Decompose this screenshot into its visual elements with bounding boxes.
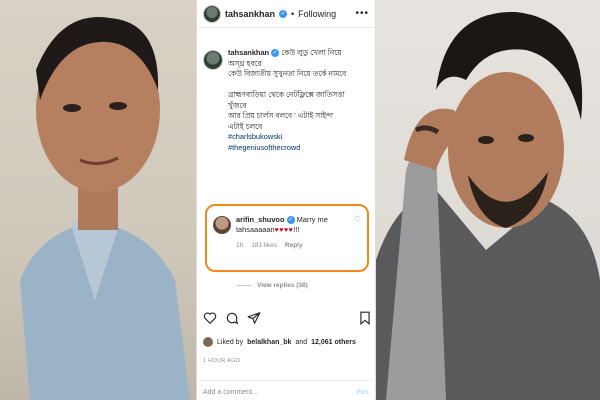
view-replies-link[interactable]: View replies (38) [237,282,308,289]
caption-line: কেউ লুডু খেলা নিয়ে [281,48,342,57]
separator-dot: • [291,8,295,19]
caption-line: এটাই চলবে [228,121,263,131]
highlighted-comment: arifin_shuvoo ✓ Marry me tahsaaaaan♥♥♥♥!… [205,204,369,272]
caption-line: ব্রাহ্মণবাড়িয়া থেকে নেটফ্লিক্সে জাতিসত… [228,90,345,99]
instagram-post-panel: tahsankhan ✓ • Following ••• tahsankhan … [196,0,377,400]
man-portrait-left [20,17,190,400]
avatar[interactable] [203,4,221,23]
add-comment-input[interactable]: Add a comment... [203,389,258,396]
liker-avatar [203,337,213,347]
comment-likes[interactable]: 181 likes [251,242,277,249]
caption-avatar[interactable] [203,50,223,70]
comment-meta: 1h 181 likes Reply [236,242,361,249]
comment-like-heart-icon[interactable]: ♡ [354,215,361,236]
caption-username[interactable]: tahsankhan [228,48,269,57]
liked-by[interactable]: Liked by belalkhan_bk and 12,061 others [203,337,356,347]
more-options-icon[interactable]: ••• [355,8,369,19]
hashtag-link[interactable]: #charlsbukowski [228,132,346,143]
post-username[interactable]: tahsankhan [225,9,275,19]
caption-line: অস্থ্র হবরে [228,58,262,68]
verified-badge-icon: ✓ [279,9,288,18]
liked-by-user[interactable]: belalkhan_bk [247,339,291,346]
caption-line: খুঁজবে [228,100,247,110]
caption-line: আর প্রিয় চার্লস বলবে ' এটাই সাইন্দ' [228,111,334,120]
post-caption: tahsankhan ✓ কেউ লুডু খেলা নিয়ে অস্থ্র … [197,28,375,153]
caption-text: tahsankhan ✓ কেউ লুডু খেলা নিয়ে অস্থ্র … [228,48,346,153]
right-photo [376,0,600,400]
left-photo [0,0,196,400]
divider [197,380,377,381]
comment-text: arifin_shuvoo ✓ Marry me tahsaaaaan♥♥♥♥!… [236,215,349,236]
bookmark-icon[interactable] [359,311,371,325]
post-header: tahsankhan ✓ • Following ••• [197,0,375,28]
liked-by-others[interactable]: 12,061 others [311,339,356,346]
liked-by-prefix: Liked by [217,338,244,346]
comment-row: arifin_shuvoo ✓ Marry me tahsaaaaan♥♥♥♥!… [213,215,361,236]
man-portrait-right [376,11,600,400]
heart-icon[interactable] [203,311,217,325]
comment-line1: Marry me [296,215,328,224]
hearts-emoji: ♥♥♥♥ [274,227,294,234]
following-button[interactable]: Following [298,9,336,19]
caption-line: কেউ বিজাতীয় সুখুনতা নিয়ে তর্কে নামবে [228,69,347,78]
verified-badge-icon: ✓ [286,216,295,225]
comment-time: 1h [236,242,244,249]
reply-button[interactable]: Reply [285,242,303,249]
comment-tail: !!! [293,225,300,234]
comment-icon[interactable] [225,311,239,325]
post-comment-button[interactable]: Pos [356,389,369,396]
verified-badge-icon: ✓ [271,49,280,58]
hashtag-link[interactable]: #thegeniusofthecrowd [228,143,346,154]
comment-avatar[interactable] [213,216,231,234]
liked-by-and: and [295,338,308,346]
comment-username[interactable]: arifin_shuvoo [236,215,284,224]
post-actions [203,310,371,326]
post-timestamp: 1 HOUR AGO [203,358,241,364]
comment-line2: tahsaaaaan [236,225,275,234]
share-icon[interactable] [247,311,261,325]
